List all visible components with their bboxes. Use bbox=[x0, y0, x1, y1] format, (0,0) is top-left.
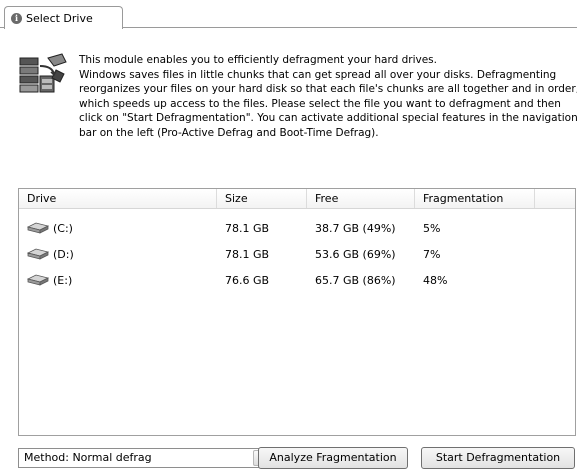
intro-line: click on "Start Defragmentation". You ca… bbox=[79, 112, 577, 124]
column-fragmentation[interactable]: Fragmentation bbox=[415, 189, 535, 208]
column-header: Drive Size Free Fragmentation bbox=[19, 189, 575, 209]
intro-line: Windows saves files in little chunks tha… bbox=[79, 68, 557, 81]
fragmentation-cell: 5% bbox=[423, 222, 441, 235]
intro-line: reorganizes your files on your hard disk… bbox=[79, 83, 577, 95]
drive-cell: (C:) bbox=[19, 218, 73, 240]
info-icon: i bbox=[11, 12, 22, 24]
table-row[interactable]: (E:) 76.6 GB 65.7 GB (86%) 48% bbox=[19, 270, 575, 292]
size-cell: 76.6 GB bbox=[225, 274, 270, 287]
method-select-value: Method: Normal defrag bbox=[24, 451, 152, 464]
start-defragmentation-button[interactable]: Start Defragmentation bbox=[421, 447, 575, 469]
free-cell: 38.7 GB (49%) bbox=[315, 222, 396, 235]
hard-disk-icon bbox=[27, 274, 49, 286]
drive-list[interactable]: Drive Size Free Fragmentation (C:) 78.1 … bbox=[18, 188, 576, 436]
hard-disk-icon bbox=[27, 248, 49, 260]
tab-select-drive[interactable]: i Select Drive bbox=[4, 6, 123, 29]
defrag-module-icon bbox=[19, 53, 67, 93]
column-free[interactable]: Free bbox=[307, 189, 415, 208]
method-select[interactable]: Method: Normal defrag ▼ bbox=[18, 448, 272, 468]
column-drive[interactable]: Drive bbox=[19, 189, 217, 208]
intro-line: which speeds up access to the files. Ple… bbox=[79, 97, 561, 110]
size-cell: 78.1 GB bbox=[225, 222, 270, 235]
hard-disk-icon bbox=[27, 222, 49, 234]
fragmentation-cell: 7% bbox=[423, 248, 441, 261]
analyze-fragmentation-button[interactable]: Analyze Fragmentation bbox=[258, 447, 408, 469]
intro-text: This module enables you to efficiently d… bbox=[79, 53, 577, 140]
column-size[interactable]: Size bbox=[217, 189, 307, 208]
table-row[interactable]: (D:) 78.1 GB 53.6 GB (69%) 7% bbox=[19, 244, 575, 266]
drive-cell: (E:) bbox=[19, 270, 72, 292]
free-cell: 53.6 GB (69%) bbox=[315, 248, 396, 261]
size-cell: 78.1 GB bbox=[225, 248, 270, 261]
fragmentation-cell: 48% bbox=[423, 274, 448, 287]
free-cell: 65.7 GB (86%) bbox=[315, 274, 396, 287]
tab-label: Select Drive bbox=[26, 11, 93, 25]
intro-line: This module enables you to efficiently d… bbox=[79, 54, 437, 66]
drive-name: (C:) bbox=[53, 222, 73, 235]
intro-line: bar on the left (Pro-Active Defrag and B… bbox=[79, 126, 379, 139]
drive-cell: (D:) bbox=[19, 244, 74, 266]
table-row[interactable]: (C:) 78.1 GB 38.7 GB (49%) 5% bbox=[19, 218, 575, 240]
drive-name: (D:) bbox=[53, 248, 74, 261]
drive-name: (E:) bbox=[53, 274, 73, 287]
tab-strip: i Select Drive bbox=[0, 0, 577, 29]
